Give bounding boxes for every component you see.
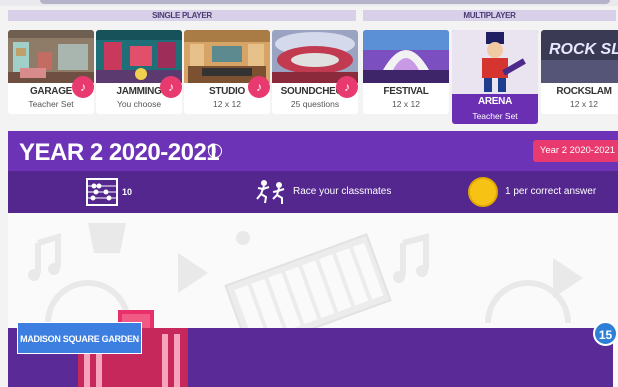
- top-strip: [0, 0, 618, 6]
- top-scrollbar[interactable]: [40, 0, 610, 4]
- venue-label: MADISON SQUARE GARDEN: [17, 322, 142, 354]
- page-title: YEAR 2 2020-2021: [19, 139, 220, 166]
- class-badge[interactable]: Year 2 2020-2021: [533, 140, 618, 162]
- mode-name: FESTIVAL: [383, 86, 429, 97]
- mode-sub: Teacher Set: [472, 111, 518, 121]
- mode-name: ROCKSLAM: [556, 86, 612, 97]
- mode-sub: 12 x 12: [392, 99, 420, 109]
- mode-sub: Teacher Set: [28, 99, 74, 109]
- guitar-icon: ♪: [72, 76, 94, 98]
- guitar-icon: ♪: [248, 76, 270, 98]
- count-badge: 15: [593, 321, 618, 346]
- mode-sub: 12 x 12: [213, 99, 241, 109]
- mode-festival[interactable]: FESTIVAL 12 x 12: [363, 30, 449, 114]
- mode-garage[interactable]: GARAGE Teacher Set ♪: [8, 30, 94, 114]
- guitar-icon: ♪: [336, 76, 358, 98]
- mode-jamming[interactable]: JAMMING You choose ♪: [96, 30, 182, 114]
- race-icon: [256, 180, 285, 204]
- rounds-count: 10: [122, 187, 133, 197]
- info-icon[interactable]: i: [208, 144, 222, 158]
- single-player-header: SINGLE PLAYER: [8, 10, 356, 21]
- mode-rockslam[interactable]: ROCK SLAM ROCKSLAM 12 x 12: [541, 30, 618, 114]
- mode-studio[interactable]: STUDIO 12 x 12 ♪: [184, 30, 270, 114]
- arena-thumbnail: [452, 30, 538, 94]
- svg-text:ROCK SLAM: ROCK SLAM: [549, 41, 618, 58]
- race-text: Race your classmates: [293, 186, 392, 197]
- panel-header: YEAR 2 2020-2021 i Year 2 2020-2021: [8, 131, 618, 171]
- multiplayer-header: MULTIPLAYER: [363, 10, 616, 21]
- coin-icon: [468, 177, 498, 207]
- mode-sub: You choose: [116, 99, 162, 109]
- mode-arena[interactable]: ARENA Teacher Set: [452, 30, 538, 124]
- guitar-icon: ♪: [160, 76, 182, 98]
- mode-name: ARENA: [477, 96, 513, 107]
- abacus-icon: [86, 178, 118, 206]
- coins-text: 1 per correct answer: [505, 186, 597, 197]
- mode-sub: 25 questions: [290, 99, 340, 109]
- stats-bar: 10 Race your classmates 1 per correct an…: [8, 171, 618, 213]
- mode-soundcheck[interactable]: SOUNDCHECK 25 questions ♪: [272, 30, 358, 114]
- festival-thumbnail: [363, 30, 449, 83]
- mode-sub: 12 x 12: [570, 99, 598, 109]
- rockslam-thumbnail: ROCK SLAM: [541, 30, 618, 83]
